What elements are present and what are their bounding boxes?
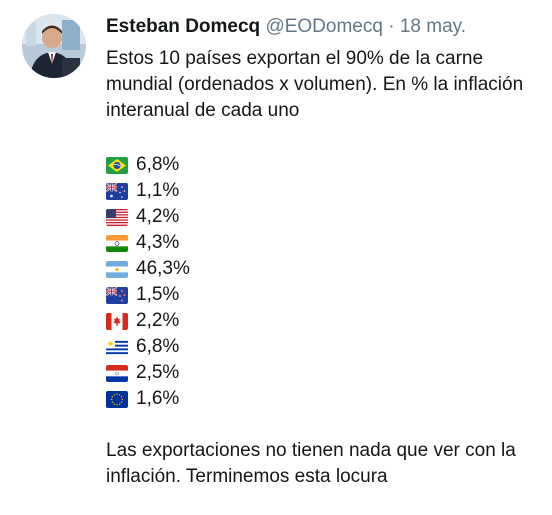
paraguay-flag-icon [106, 364, 128, 382]
canada-flag-icon [106, 312, 128, 330]
tweet: Esteban Domecq @EODomecq · 18 may. Estos… [0, 0, 552, 515]
list-item: 4,2% [106, 204, 552, 230]
argentina-flag-icon [106, 260, 128, 278]
tweet-outro-text: Las exportaciones no tienen nada que ver… [106, 440, 516, 487]
india-flag-icon [106, 234, 128, 252]
eu-flag-icon [106, 390, 128, 408]
list-item: 6,8% [106, 334, 552, 360]
inflation-value: 6,8% [136, 336, 180, 357]
tweet-body: Estos 10 países exportan el 90% de la ca… [106, 46, 552, 490]
list-item: 4,3% [106, 230, 552, 256]
list-item: 6,8% [106, 152, 552, 178]
tweet-intro-text: Estos 10 países exportan el 90% de la ca… [106, 48, 524, 121]
tweet-date[interactable]: 18 may. [400, 16, 466, 37]
usa-flag-icon [106, 208, 128, 226]
author-handle[interactable]: @EODomecq [265, 16, 383, 37]
inflation-value: 4,2% [136, 206, 180, 227]
brazil-flag-icon [106, 156, 128, 174]
inflation-value: 1,1% [136, 180, 180, 201]
inflation-list: 6,8% 1,1% 4,2% 4,3% 46,3% 1,5% 2,2% 6,8%… [106, 152, 552, 412]
avatar[interactable] [22, 14, 86, 78]
inflation-value: 1,5% [136, 284, 180, 305]
inflation-value: 6,8% [136, 154, 180, 175]
separator-dot: · [388, 16, 395, 37]
list-item: 2,5% [106, 360, 552, 386]
list-item: 1,6% [106, 386, 552, 412]
inflation-value: 4,3% [136, 232, 180, 253]
australia-flag-icon [106, 182, 128, 200]
list-item: 1,5% [106, 282, 552, 308]
inflation-value: 2,2% [136, 310, 180, 331]
inflation-value: 1,6% [136, 388, 180, 409]
uruguay-flag-icon [106, 338, 128, 356]
tweet-header: Esteban Domecq @EODomecq · 18 may. [106, 14, 466, 40]
inflation-value: 2,5% [136, 362, 180, 383]
list-item: 46,3% [106, 256, 552, 282]
list-item: 2,2% [106, 308, 552, 334]
list-item: 1,1% [106, 178, 552, 204]
new-zealand-flag-icon [106, 286, 128, 304]
author-name[interactable]: Esteban Domecq [106, 16, 260, 37]
inflation-value: 46,3% [136, 258, 190, 279]
